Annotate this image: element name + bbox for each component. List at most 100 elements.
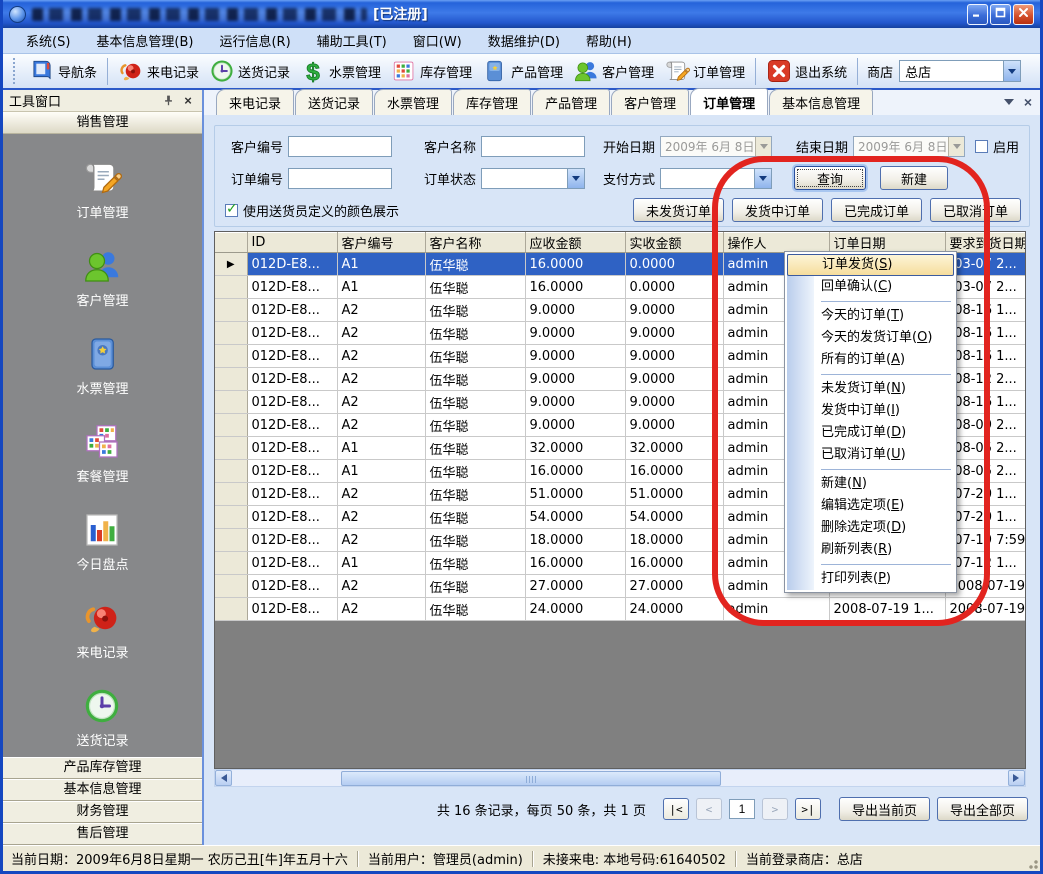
- toolbar-incoming-call-button[interactable]: 来电记录: [113, 56, 204, 86]
- context-menu-item-17[interactable]: 打印列表(P): [787, 568, 954, 590]
- row-selector-cell[interactable]: [215, 575, 247, 598]
- context-menu-item-0[interactable]: 订单发货(S): [787, 254, 954, 276]
- menu-item-6[interactable]: 帮助(H): [573, 28, 645, 53]
- first-page-button[interactable]: |<: [663, 798, 689, 820]
- status-filter-button-1[interactable]: 发货中订单: [732, 198, 823, 222]
- chevron-down-icon[interactable]: [755, 137, 771, 156]
- toolbar-customers-button[interactable]: 客户管理: [568, 56, 659, 86]
- query-button[interactable]: 查询: [794, 166, 866, 190]
- chevron-down-icon[interactable]: [754, 169, 771, 188]
- row-selector-cell[interactable]: [215, 414, 247, 437]
- customer-no-input[interactable]: [288, 136, 392, 157]
- dock-item-water-ticket[interactable]: 水票管理: [76, 334, 128, 397]
- status-filter-button-2[interactable]: 已完成订单: [831, 198, 922, 222]
- context-menu-item-1[interactable]: 回单确认(C): [787, 276, 954, 298]
- dock-item-incoming-call[interactable]: 来电记录: [76, 598, 128, 661]
- toolbar-inventory-grid-button[interactable]: 库存管理: [386, 56, 477, 86]
- column-header-应收金额[interactable]: 应收金额: [525, 233, 625, 253]
- row-selector-cell[interactable]: [215, 345, 247, 368]
- toolbar-delivery-clock-button[interactable]: 送货记录: [204, 56, 295, 86]
- pin-icon[interactable]: [160, 93, 176, 109]
- start-date-picker[interactable]: 2009年 6月 8日: [660, 136, 772, 157]
- context-menu-item-9[interactable]: 已完成订单(D): [787, 422, 954, 444]
- toolbar-order-scroll-button[interactable]: 订单管理: [659, 56, 750, 86]
- export-all-pages-button[interactable]: 导出全部页: [937, 797, 1028, 821]
- tab-订单管理[interactable]: 订单管理: [690, 88, 768, 115]
- dock-section-bar-0[interactable]: 产品库存管理: [3, 757, 202, 779]
- tab-库存管理[interactable]: 库存管理: [453, 89, 531, 115]
- status-filter-button-0[interactable]: 未发货订单: [633, 198, 724, 222]
- menu-item-0[interactable]: 系统(S): [13, 28, 83, 53]
- row-selector-cell[interactable]: [215, 322, 247, 345]
- menu-item-4[interactable]: 窗口(W): [400, 28, 475, 53]
- order-status-select[interactable]: [481, 168, 585, 189]
- order-no-input[interactable]: [288, 168, 392, 189]
- row-selector-cell[interactable]: ▶: [215, 253, 247, 276]
- context-menu-item-5[interactable]: 所有的订单(A): [787, 349, 954, 371]
- tab-客户管理[interactable]: 客户管理: [611, 89, 689, 115]
- status-filter-button-3[interactable]: 已取消订单: [930, 198, 1021, 222]
- column-header-客户编号[interactable]: 客户编号: [337, 233, 425, 253]
- page-number-input[interactable]: [729, 799, 755, 819]
- context-menu-item-15[interactable]: 刷新列表(R): [787, 539, 954, 561]
- table-row[interactable]: 012D-E8...A2伍华聪24.000024.0000admin2008-0…: [215, 598, 1026, 621]
- menu-item-5[interactable]: 数据维护(D): [475, 28, 573, 53]
- menu-item-3[interactable]: 辅助工具(T): [304, 28, 400, 53]
- pay-method-select[interactable]: [660, 168, 772, 189]
- row-selector-cell[interactable]: [215, 460, 247, 483]
- tab-送货记录[interactable]: 送货记录: [295, 89, 373, 115]
- row-selector-cell[interactable]: [215, 276, 247, 299]
- prev-page-button[interactable]: <: [696, 798, 722, 820]
- column-header-操作人[interactable]: 操作人: [723, 233, 829, 253]
- new-button[interactable]: 新建: [880, 166, 948, 190]
- column-header-实收金额[interactable]: 实收金额: [625, 233, 723, 253]
- tab-基本信息管理[interactable]: 基本信息管理: [769, 89, 873, 115]
- tab-水票管理[interactable]: 水票管理: [374, 89, 452, 115]
- column-header-ID[interactable]: ID: [247, 233, 337, 253]
- tab-产品管理[interactable]: 产品管理: [532, 89, 610, 115]
- toolbar-product-box-button[interactable]: 产品管理: [477, 56, 568, 86]
- menu-item-2[interactable]: 运行信息(R): [206, 28, 303, 53]
- dock-item-order-scroll[interactable]: 订单管理: [76, 158, 128, 221]
- horizontal-scrollbar[interactable]: [214, 769, 1026, 787]
- dock-section-bar-1[interactable]: 基本信息管理: [3, 779, 202, 801]
- row-selector-cell[interactable]: [215, 483, 247, 506]
- toolbar-exit-button[interactable]: 退出系统: [761, 56, 852, 86]
- export-current-page-button[interactable]: 导出当前页: [839, 797, 930, 821]
- next-page-button[interactable]: >: [762, 798, 788, 820]
- chevron-down-icon[interactable]: [948, 137, 964, 156]
- dock-item-customers[interactable]: 客户管理: [76, 246, 128, 309]
- context-menu-item-3[interactable]: 今天的订单(T): [787, 305, 954, 327]
- context-menu-item-4[interactable]: 今天的发货订单(O): [787, 327, 954, 349]
- close-button[interactable]: [1013, 4, 1034, 25]
- chevron-down-icon[interactable]: [567, 169, 584, 188]
- chevron-down-icon[interactable]: [1003, 61, 1020, 81]
- context-menu-item-10[interactable]: 已取消订单(U): [787, 444, 954, 466]
- row-selector-cell[interactable]: [215, 552, 247, 575]
- shop-select[interactable]: 总店: [899, 60, 1021, 82]
- row-selector-cell[interactable]: [215, 437, 247, 460]
- tab-list-dropdown-icon[interactable]: [1004, 99, 1014, 110]
- context-menu-item-13[interactable]: 编辑选定项(E): [787, 495, 954, 517]
- row-selector-cell[interactable]: [215, 368, 247, 391]
- toolbar-dollar-button[interactable]: $水票管理: [295, 56, 386, 86]
- menu-item-1[interactable]: 基本信息管理(B): [83, 28, 206, 53]
- row-selector-cell[interactable]: [215, 598, 247, 621]
- toolbar-navbar-button[interactable]: 导航条: [24, 56, 102, 86]
- row-selector-cell[interactable]: [215, 529, 247, 552]
- scroll-left-icon[interactable]: [215, 770, 232, 786]
- maximize-button[interactable]: [990, 4, 1011, 25]
- context-menu-item-8[interactable]: 发货中订单(I): [787, 400, 954, 422]
- dock-section-bar-2[interactable]: 财务管理: [3, 801, 202, 823]
- resize-grip[interactable]: [1026, 857, 1038, 869]
- dock-item-delivery-clock[interactable]: 送货记录: [76, 686, 128, 749]
- scroll-right-icon[interactable]: [1008, 770, 1025, 786]
- row-selector-cell[interactable]: [215, 506, 247, 529]
- last-page-button[interactable]: >|: [795, 798, 821, 820]
- end-date-picker[interactable]: 2009年 6月 8日: [853, 136, 965, 157]
- scrollbar-thumb[interactable]: [341, 771, 721, 786]
- dock-item-combo-grid[interactable]: 套餐管理: [76, 422, 128, 485]
- column-header-要求到货日期[interactable]: 要求到货日期: [945, 233, 1026, 253]
- minimize-button[interactable]: [967, 4, 988, 25]
- dock-item-stocktake-chart[interactable]: 今日盘点: [76, 510, 128, 573]
